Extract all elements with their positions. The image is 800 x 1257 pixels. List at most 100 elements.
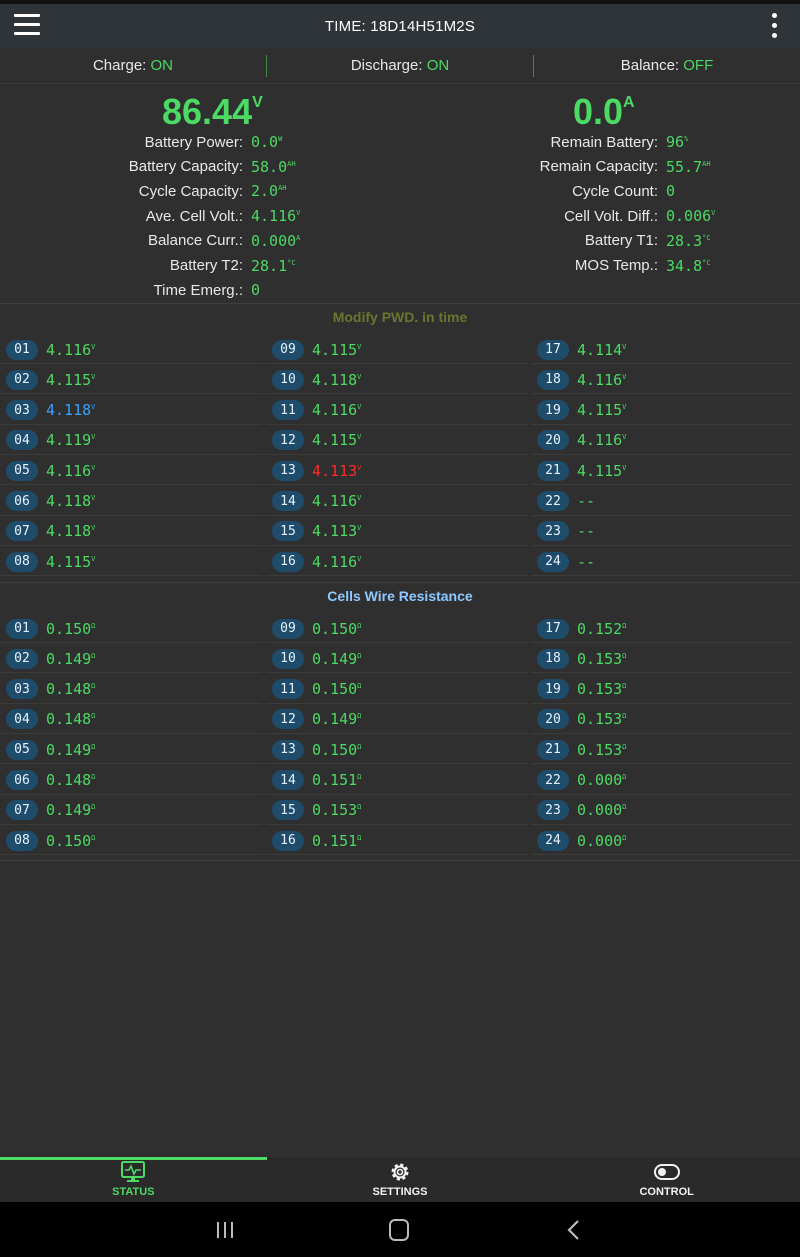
cell-voltage-item: 08 4.115V: [0, 548, 262, 577]
cell-resistance-unit: Ω: [91, 682, 96, 691]
cell-number-badge: 20: [537, 430, 569, 451]
cell-voltage-unit: V: [357, 554, 362, 563]
cell-number-badge: 15: [272, 521, 304, 542]
cell-voltage-item: 10 4.118V: [266, 366, 528, 395]
summary-value-number: 96: [666, 133, 685, 151]
cell-resistance-unit: Ω: [622, 651, 627, 660]
cell-resistance-value: 0.150Ω: [46, 832, 95, 850]
cell-number-badge: 06: [6, 770, 38, 790]
summary-value: 55.7AH: [666, 158, 711, 176]
cell-voltage-item: 22 --: [531, 488, 793, 516]
hamburger-menu-icon[interactable]: [14, 14, 40, 38]
nav-status-label: STATUS: [112, 1186, 155, 1198]
divider: [533, 55, 534, 77]
cell-resistance-unit: Ω: [91, 742, 96, 751]
cell-resistance-value: 0.152Ω: [577, 620, 626, 638]
cell-voltage-unit: V: [91, 403, 96, 412]
cell-voltage-value-number: 4.116: [312, 552, 358, 571]
summary-label: Remain Capacity:: [539, 158, 658, 176]
gear-icon: [391, 1163, 409, 1181]
cell-voltage-item: 13 4.113V: [266, 457, 528, 486]
summary-value-number: 0.006: [666, 207, 712, 226]
cell-voltage-item: 21 4.115V: [531, 457, 793, 486]
summary-label: Time Emerg.:: [153, 281, 243, 299]
cell-number-badge: 03: [6, 400, 38, 421]
divider: [0, 582, 800, 583]
recent-apps-icon[interactable]: [212, 1218, 238, 1242]
nav-control-label: CONTROL: [639, 1186, 694, 1198]
system-navigation-bar: [0, 1202, 800, 1257]
cell-number-badge: 09: [272, 339, 304, 360]
summary-row: MOS Temp.: 34.8°C: [0, 254, 711, 278]
cell-voltage-value-number: 4.115: [577, 401, 623, 420]
switch-status-bar: Charge: ON Discharge: ON Balance: OFF: [0, 48, 800, 84]
nav-settings-tab[interactable]: SETTINGS: [267, 1157, 534, 1202]
cell-resistance-value: 0.000Ω: [577, 801, 626, 819]
cell-voltage-unit: V: [357, 372, 362, 381]
cell-resistance-value: 0.150Ω: [312, 680, 361, 698]
cell-number-badge: 01: [6, 618, 38, 639]
cell-voltage-unit: V: [91, 524, 96, 533]
cell-number-badge: 12: [272, 709, 304, 730]
cell-number-badge: 16: [272, 551, 304, 572]
cell-voltage-value: --: [577, 492, 595, 510]
cell-resistance-unit: Ω: [91, 803, 96, 812]
cell-resistance-unit: Ω: [357, 803, 362, 812]
cell-resistance-unit: Ω: [91, 833, 96, 842]
cell-resistance-unit: Ω: [357, 621, 362, 630]
cell-number-badge: 08: [6, 551, 38, 572]
cell-resistance-item: 03 0.148Ω: [0, 676, 262, 704]
cell-resistance-value: 0.149Ω: [46, 801, 95, 819]
overflow-menu-icon[interactable]: [772, 13, 778, 39]
cell-resistance-unit: Ω: [357, 773, 362, 781]
summary-value-unit: %: [684, 135, 689, 143]
cell-resistance-item: 13 0.150Ω: [266, 736, 528, 765]
back-icon[interactable]: [562, 1218, 588, 1242]
cell-resistance-unit: Ω: [622, 712, 627, 721]
monitor-pulse-icon: [121, 1161, 146, 1182]
cell-voltage-unit: V: [91, 494, 96, 502]
cell-voltage-unit: V: [622, 372, 627, 381]
discharge-label: Discharge:: [350, 57, 423, 74]
cell-voltage-value-number: 4.115: [577, 461, 623, 480]
charge-state: ON: [150, 57, 174, 74]
cell-voltage-value-number: 4.116: [46, 461, 92, 480]
cell-voltage-item: 20 4.116V: [531, 427, 793, 455]
cell-resistance-unit: Ω: [622, 773, 627, 781]
cell-resistance-value-number: 0.151: [312, 771, 358, 789]
summary-value: 28.3°C: [666, 232, 711, 250]
summary-value: 96%: [666, 133, 688, 151]
cell-voltage-value: 4.118V: [312, 371, 361, 389]
cell-voltage-value: 4.118V: [46, 401, 95, 419]
cell-resistance-item: 15 0.153Ω: [266, 797, 528, 825]
home-icon[interactable]: [386, 1218, 412, 1242]
cell-voltage-item: 15 4.113V: [266, 518, 528, 546]
nav-status-tab[interactable]: STATUS: [0, 1157, 267, 1202]
cell-voltage-unit: V: [622, 342, 627, 351]
summary-value-number: 0: [251, 281, 261, 300]
cell-resistance-item: 12 0.149Ω: [266, 706, 528, 734]
cell-resistance-item: 18 0.153Ω: [531, 645, 793, 674]
cell-resistance-item: 11 0.150Ω: [266, 676, 528, 704]
cell-voltage-value: 4.116V: [312, 401, 361, 419]
cell-voltage-value-number: 4.115: [312, 431, 358, 450]
cell-resistance-value-number: 0.150: [46, 831, 92, 850]
cell-voltage-unit: V: [357, 463, 362, 472]
nav-control-tab[interactable]: CONTROL: [533, 1157, 800, 1202]
pack-current: 0.0A: [573, 91, 635, 133]
cell-resistance-item: 16 0.151Ω: [266, 827, 528, 856]
cell-number-badge: 01: [6, 339, 38, 360]
cell-voltage-unit: V: [357, 524, 362, 533]
cell-voltage-item: 12 4.115V: [266, 427, 528, 455]
cell-voltage-item: 05 4.116V: [0, 457, 262, 486]
cell-resistance-value: 0.000Ω: [577, 832, 626, 850]
cell-number-badge: 16: [272, 830, 304, 851]
cell-voltage-value-number: --: [577, 492, 596, 510]
cell-number-badge: 14: [272, 770, 304, 790]
cell-number-badge: 17: [537, 339, 569, 360]
cell-number-badge: 11: [272, 400, 304, 421]
pack-voltage: 86.44V: [162, 91, 263, 133]
cell-resistance-value: 0.149Ω: [46, 741, 95, 759]
cell-resistance-unit: Ω: [91, 773, 96, 781]
cell-resistance-value-number: 0.153: [577, 740, 623, 759]
